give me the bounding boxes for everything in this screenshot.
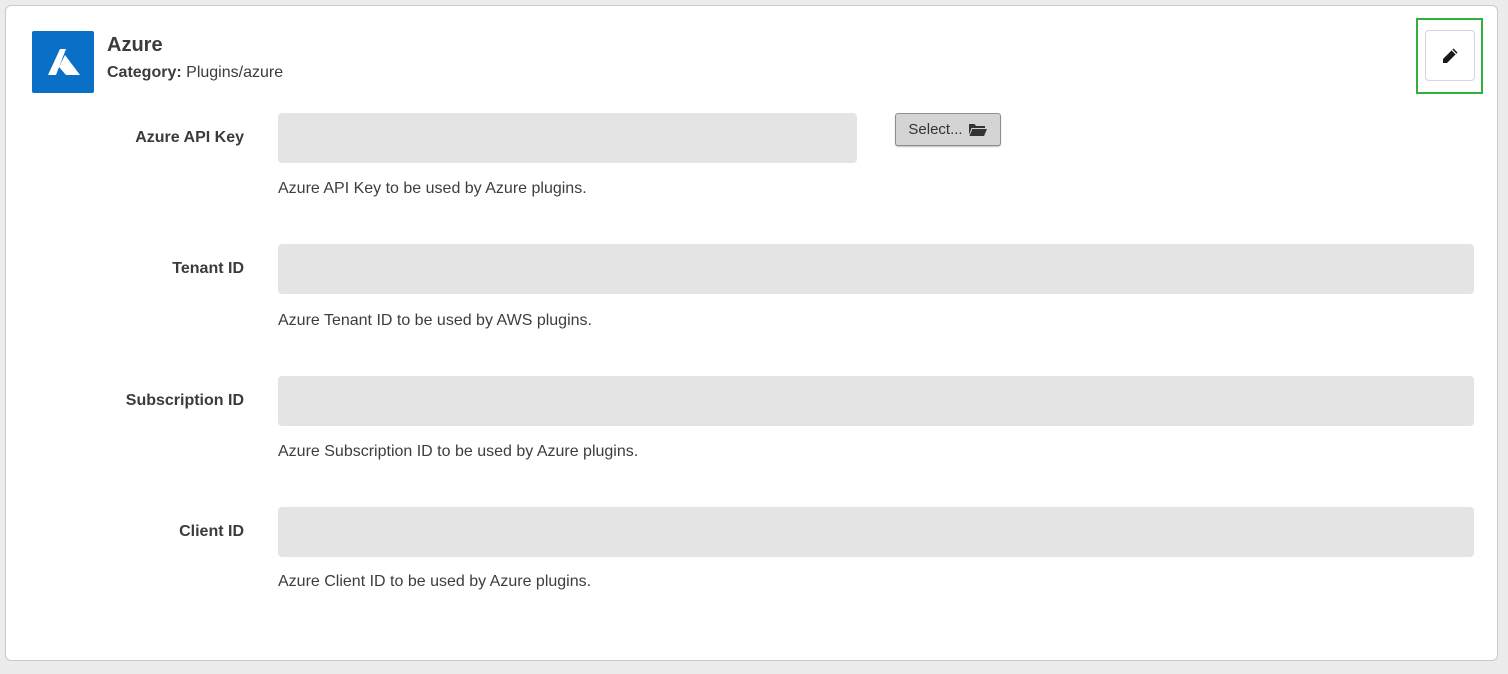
- tenant-id-label: Tenant ID: [172, 260, 244, 277]
- select-key-button[interactable]: Select...: [895, 113, 1001, 146]
- category-label: Category:: [107, 64, 182, 81]
- pencil-icon: [1443, 48, 1458, 63]
- folder-open-icon: [968, 124, 987, 136]
- plugin-config-card: Azure Category: Plugins/azure Azure API …: [5, 5, 1498, 661]
- tenant-id-input[interactable]: [278, 244, 1474, 294]
- client-id-input[interactable]: [278, 507, 1474, 557]
- subscription-id-help: Azure Subscription ID to be used by Azur…: [278, 443, 639, 460]
- select-button-label: Select...: [908, 121, 963, 138]
- client-id-label: Client ID: [179, 523, 244, 540]
- subscription-id-input[interactable]: [278, 376, 1474, 426]
- plugin-category: Category: Plugins/azure: [107, 64, 283, 82]
- subscription-id-label: Subscription ID: [125, 392, 244, 409]
- azure-logo-icon: [32, 31, 94, 93]
- edit-button[interactable]: [1425, 30, 1475, 81]
- plugin-title: Azure: [107, 34, 163, 56]
- api-key-label: Azure API Key: [135, 129, 244, 146]
- client-id-help: Azure Client ID to be used by Azure plug…: [278, 573, 592, 590]
- category-value: Plugins/azure: [186, 64, 284, 81]
- api-key-input[interactable]: [278, 113, 857, 163]
- api-key-help: Azure API Key to be used by Azure plugin…: [278, 180, 587, 197]
- tenant-id-help: Azure Tenant ID to be used by AWS plugin…: [278, 312, 592, 329]
